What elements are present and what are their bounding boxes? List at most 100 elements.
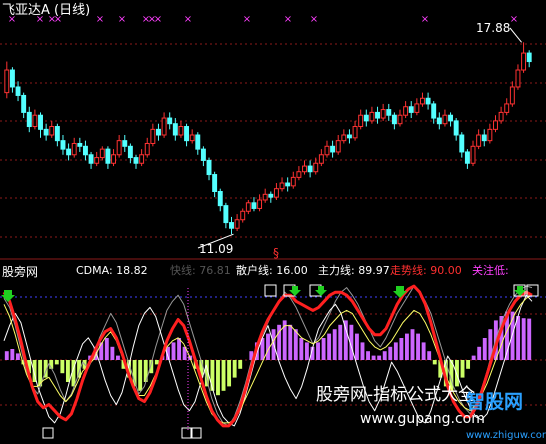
candle-body <box>229 222 234 229</box>
candle-body <box>139 154 145 164</box>
candle-body <box>150 128 156 144</box>
candle-body <box>341 134 347 142</box>
candle-body <box>99 148 105 159</box>
candle-body <box>49 126 55 136</box>
cdma-histogram <box>4 311 532 396</box>
candle-body <box>279 182 285 190</box>
candle-body <box>521 52 527 71</box>
candle-body <box>240 210 246 221</box>
candle-body <box>60 140 66 150</box>
candle-body <box>122 140 128 147</box>
candle-body <box>498 111 504 122</box>
candle-body <box>436 117 442 125</box>
candle-body <box>476 134 482 147</box>
candle-body <box>178 126 184 136</box>
candle-body <box>15 86 21 96</box>
chart-title: 飞亚达A (日线) <box>2 3 90 18</box>
candle-body <box>352 126 358 139</box>
candle-body <box>464 151 470 164</box>
candle-body <box>38 114 43 130</box>
candle-body <box>285 182 291 187</box>
candle-body <box>346 134 352 139</box>
candle-body <box>21 94 27 113</box>
candle-body <box>453 120 459 136</box>
candle-body <box>127 145 133 159</box>
top-x-marker-9: × <box>184 14 192 25</box>
candle-body <box>4 69 10 94</box>
candle-body <box>54 126 60 142</box>
legend-item-0: CDMA: 18.82 <box>76 264 148 277</box>
candle-body <box>212 174 218 193</box>
candle-body <box>487 128 493 142</box>
candle-body <box>391 114 397 125</box>
candle-body <box>307 165 313 173</box>
corner-logo: 智股网 <box>466 390 523 413</box>
candle-body <box>509 86 515 105</box>
candle-body <box>167 117 173 125</box>
section-marker: § <box>273 246 279 260</box>
top-x-marker-14: × <box>510 14 518 25</box>
candle-body <box>262 193 268 201</box>
candle-body <box>414 103 420 113</box>
top-x-marker-5: × <box>118 14 126 25</box>
top-x-marker-8: × <box>154 14 162 25</box>
watermark-url: www.gupang.com <box>360 411 485 427</box>
down-arrow-signal-0 <box>1 290 15 302</box>
candle-body <box>217 191 223 207</box>
candle-body <box>302 165 307 173</box>
bottom-panel: 股旁网 CDMA: 18.82 快线: 76.81 散户线: 16.00 主力线: 8… <box>0 263 546 441</box>
candle-body <box>324 145 330 156</box>
legend-item-2: 散户线: 16.00 <box>236 263 308 277</box>
candle-body <box>195 134 201 150</box>
candle-body <box>363 114 369 122</box>
candle-body <box>111 154 116 164</box>
candle-body <box>386 109 392 116</box>
candle-body <box>380 109 386 119</box>
legend-item-5: 关注低: <box>472 263 509 277</box>
candle-body <box>470 145 476 164</box>
candle-body <box>369 111 375 122</box>
candle-body <box>431 103 437 119</box>
candle-body <box>43 128 49 136</box>
candle-body <box>375 111 380 119</box>
candle-body <box>313 162 319 173</box>
chart-canvas: × × ×× × × ××× × × × × × × 飞亚达A (日线) 17.88 11.09 § … <box>0 3 546 441</box>
indicator-legend: CDMA: 18.82 快线: 76.81 散户线: 16.00 主力线: 89.97… <box>76 263 509 277</box>
candle-body <box>515 69 521 88</box>
candle-body <box>459 134 465 153</box>
top-x-marker-4: × <box>96 14 104 25</box>
box-arrow-1 <box>315 286 327 296</box>
legend-item-3: 主力线: 89.97 <box>318 263 390 277</box>
legend-item-1: 快线: 76.81 <box>170 263 231 277</box>
top-x-marker-10: × <box>243 14 251 25</box>
candle-body <box>318 154 324 164</box>
candle-body <box>273 188 279 198</box>
candle-body <box>526 52 532 63</box>
candle-body <box>156 128 161 136</box>
legend-item-4: 走势线: 90.00 <box>390 263 462 277</box>
candle-body <box>105 148 111 164</box>
candle-body <box>296 171 302 178</box>
candle-body <box>206 159 212 176</box>
candle-body <box>504 103 510 113</box>
top-markers: × × ×× × × ××× × × × × × × <box>8 14 522 249</box>
candle-body <box>94 157 100 164</box>
box-marker-0 <box>264 284 277 297</box>
candle-body <box>268 193 274 198</box>
high-pointer <box>509 27 522 43</box>
candle-body <box>77 142 83 147</box>
candle-body <box>88 154 94 164</box>
candle-body <box>189 134 195 142</box>
top-x-marker-12: × <box>310 14 318 25</box>
high-price-label: 17.88 <box>476 21 510 35</box>
candles <box>4 42 532 235</box>
candle-body <box>161 117 167 136</box>
candle-body <box>481 134 487 142</box>
candle-body <box>223 205 229 224</box>
watermark-text: 股旁网-指标公式大全 <box>316 385 475 405</box>
site-label: 股旁网 <box>2 264 38 279</box>
corner-logo-url: www.zhiguw.com <box>466 430 546 441</box>
down-arrow-signal-1 <box>393 286 407 298</box>
candle-body <box>358 114 364 128</box>
candle-body <box>116 140 122 156</box>
